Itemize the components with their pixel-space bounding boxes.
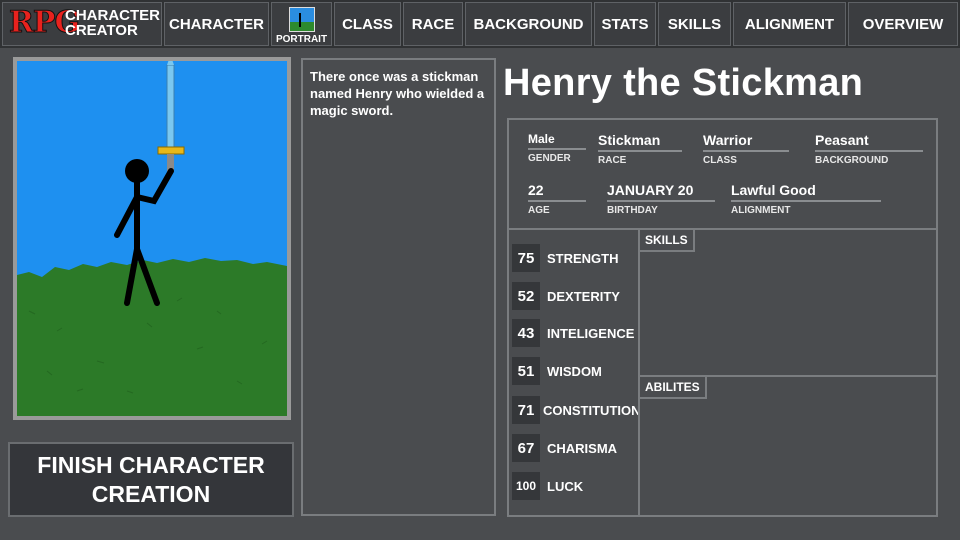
character-info-box: Male GENDER Stickman RACE Warrior CLASS … [507,118,938,230]
logo-line-2: CREATOR [65,22,138,39]
stat-value: 67 [512,434,540,462]
gender-label: GENDER [528,153,571,164]
finish-button-line-1: FINISH CHARACTER [37,451,265,478]
stat-row-intelligence: 43 INTELIGENCE [512,319,634,347]
tab-background[interactable]: BACKGROUND [465,2,592,46]
finish-button-line-2: CREATION [91,480,211,507]
tab-stats[interactable]: STATS [594,2,656,46]
class-label: CLASS [703,155,737,166]
alignment-value: Lawful Good [731,182,816,198]
stat-value: 71 [512,396,540,424]
tab-portrait[interactable]: PORTRAIT [271,2,332,46]
tab-overview[interactable]: OVERVIEW [848,2,958,46]
logo-title: CHARACTER CREATOR [65,8,160,38]
race-field: Stickman RACE [598,132,682,166]
stats-panel: 75 STRENGTH 52 DEXTERITY 43 INTELIGENCE … [507,228,641,517]
stat-value: 100 [512,472,540,500]
finish-character-creation-button[interactable]: FINISH CHARACTER CREATION [8,442,294,517]
stat-label: CHARISMA [547,440,618,456]
skills-panel-title: SKILLS [640,230,695,252]
gender-field: Male GENDER [528,132,586,164]
age-field: 22 AGE [528,182,586,216]
stat-row-dexterity: 52 DEXTERITY [512,282,620,310]
stat-row-strength: 75 STRENGTH [512,244,619,272]
stat-value: 52 [512,282,540,310]
stickman-thumbnail-icon [288,7,315,32]
stat-label: STRENGTH [547,250,619,266]
tab-character[interactable]: CHARACTER [164,2,269,46]
background-field: Peasant BACKGROUND [815,132,923,166]
skills-panel: SKILLS [638,228,938,377]
tab-portrait-label: PORTRAIT [275,34,328,45]
character-name: Henry the Stickman [503,62,864,104]
background-value: Peasant [815,132,869,148]
abilities-panel: ABILITES [638,375,938,517]
tab-alignment[interactable]: ALIGNMENT [733,2,846,46]
stat-label: DEXTERITY [547,288,620,304]
birthday-label: BIRTHDAY [607,205,658,216]
stat-row-charisma: 67 CHARISMA [512,434,617,462]
tab-skills[interactable]: SKILLS [658,2,731,46]
stat-row-constitution: 71 CONSTITUTION [512,396,641,424]
stat-value: 75 [512,244,540,272]
abilities-panel-title: ABILITES [640,377,707,399]
stat-value: 43 [512,319,540,347]
character-portrait-image [17,61,287,416]
top-nav-bar: RPG CHARACTER CREATOR CHARACTER PORTRAIT… [0,0,960,48]
gender-value: Male [528,132,555,146]
race-label: RACE [598,155,627,166]
stat-row-luck: 100 LUCK [512,472,583,500]
birthday-field: JANUARY 20 BIRTHDAY [607,182,715,216]
age-label: AGE [528,205,550,216]
birthday-value: JANUARY 20 [607,182,694,198]
background-label: BACKGROUND [815,155,889,166]
stat-label: INTELIGENCE [547,325,635,341]
stat-label: CONSTITUTION [543,402,641,418]
stat-row-wisdom: 51 WISDOM [512,357,602,385]
race-value: Stickman [598,132,661,148]
stat-label: WISDOM [547,363,602,379]
logo-line-1: CHARACTER [65,7,160,24]
class-value: Warrior [703,132,753,148]
backstory-text: There once was a stickman named Henry wh… [301,58,496,516]
character-portrait-frame [13,57,291,420]
class-field: Warrior CLASS [703,132,789,166]
stat-label: LUCK [547,478,584,494]
app-logo: RPG CHARACTER CREATOR [2,2,162,46]
stat-value: 51 [512,357,540,385]
tab-race[interactable]: RACE [403,2,463,46]
finish-button-label: FINISH CHARACTER CREATION [37,451,264,509]
alignment-label: ALIGNMENT [731,205,791,216]
tab-class[interactable]: CLASS [334,2,401,46]
alignment-field: Lawful Good ALIGNMENT [731,182,881,216]
age-value: 22 [528,182,544,198]
